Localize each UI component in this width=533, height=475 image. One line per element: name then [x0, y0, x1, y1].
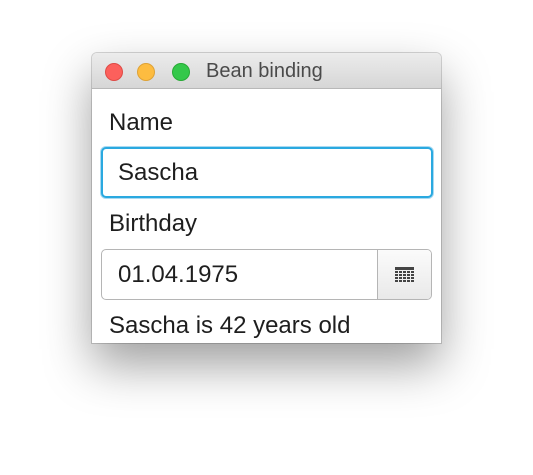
name-input[interactable] [101, 147, 433, 198]
app-window: Bean binding Name Birthday [92, 53, 441, 343]
minimize-button[interactable] [137, 63, 155, 81]
calendar-icon [395, 267, 414, 282]
age-result-text: Sascha is 42 years old [109, 312, 351, 339]
name-label: Name [109, 109, 174, 136]
title-bar[interactable]: Bean binding [92, 53, 441, 89]
calendar-button[interactable] [377, 250, 431, 299]
close-button[interactable] [105, 63, 123, 81]
maximize-button[interactable] [172, 63, 190, 81]
window-title: Bean binding [206, 60, 323, 82]
birthday-label: Birthday [109, 210, 198, 237]
birthday-input[interactable] [102, 250, 378, 299]
birthday-date-picker [101, 249, 432, 300]
